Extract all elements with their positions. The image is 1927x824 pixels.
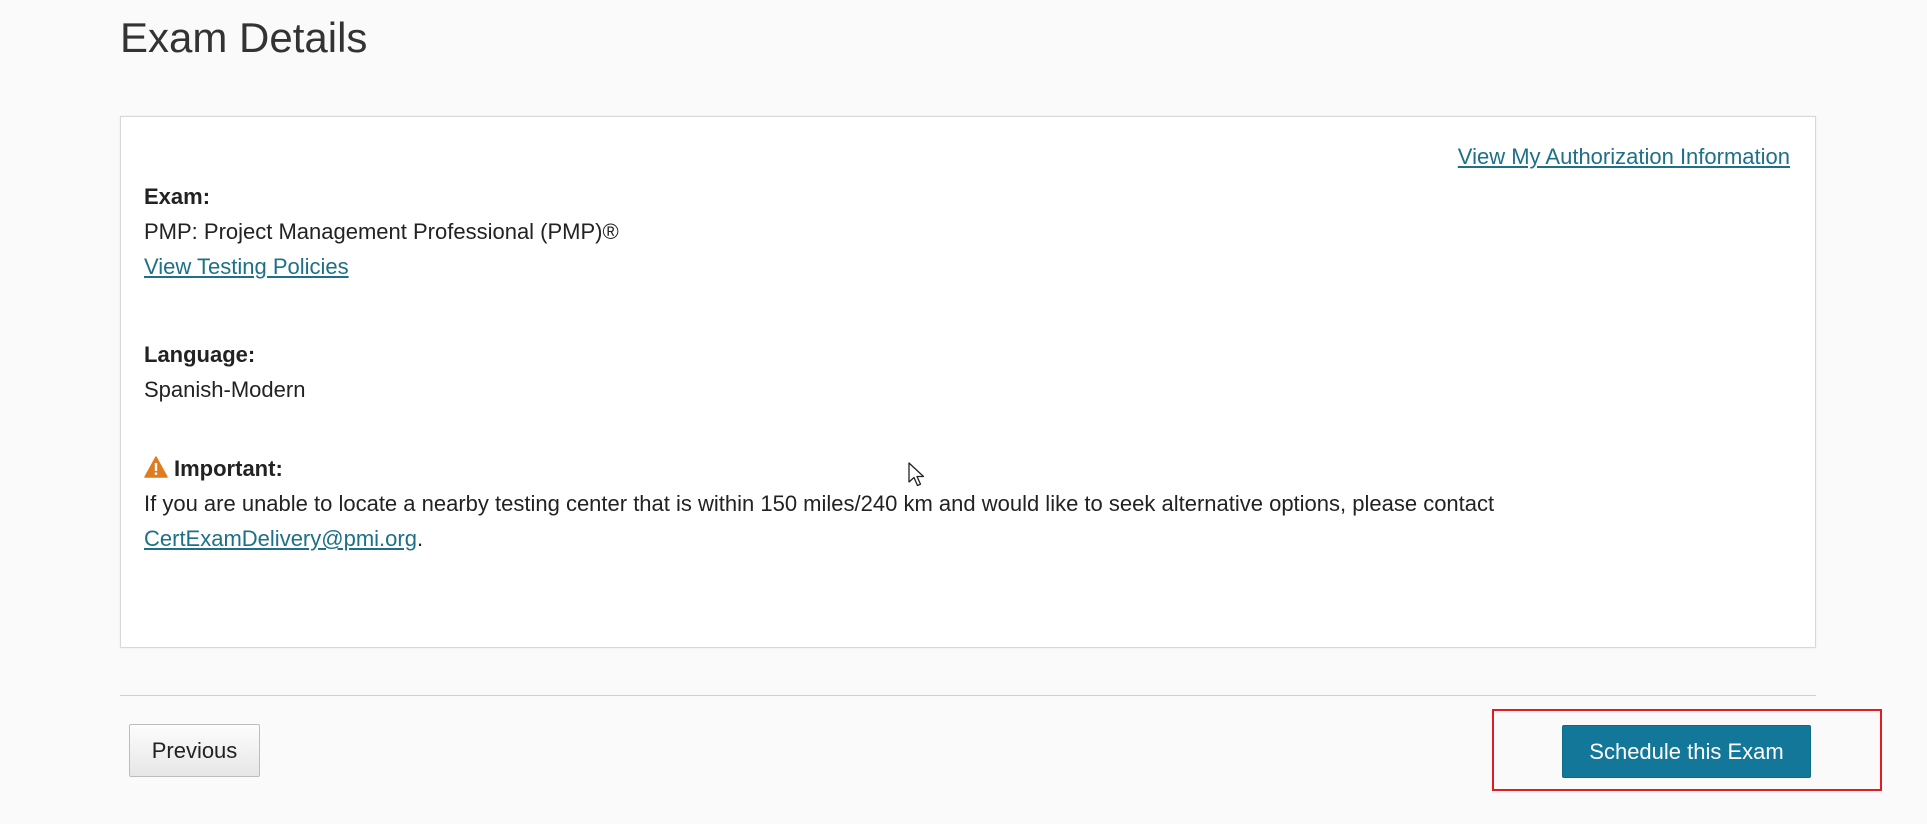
exam-value: PMP: Project Management Professional (PM… — [144, 219, 619, 244]
mouse-cursor-icon — [908, 462, 926, 488]
language-label: Language: — [144, 342, 256, 367]
important-section: Important: If you are unable to locate a… — [144, 451, 1792, 556]
exam-label: Exam: — [144, 184, 211, 209]
important-text: If you are unable to locate a nearby tes… — [144, 491, 1495, 516]
important-trailing: . — [416, 526, 424, 551]
cert-exam-delivery-email-link[interactable]: CertExamDelivery@pmi.org — [144, 526, 417, 551]
warning-icon — [144, 453, 168, 478]
important-label: Important: — [174, 456, 283, 481]
previous-button[interactable]: Previous — [129, 724, 260, 777]
view-authorization-link[interactable]: View My Authorization Information — [1458, 144, 1790, 170]
language-value: Spanish-Modern — [144, 377, 306, 402]
footer-divider — [120, 695, 1816, 696]
page-title: Exam Details — [120, 14, 368, 61]
language-section: Language: Spanish-Modern — [144, 337, 305, 407]
exam-section: Exam: PMP: Project Management Profession… — [144, 179, 619, 284]
schedule-exam-button[interactable]: Schedule this Exam — [1562, 725, 1811, 778]
exam-details-card: View My Authorization Information Exam: … — [120, 116, 1816, 648]
important-heading: Important: — [144, 451, 1792, 486]
view-testing-policies-link[interactable]: View Testing Policies — [144, 254, 349, 279]
